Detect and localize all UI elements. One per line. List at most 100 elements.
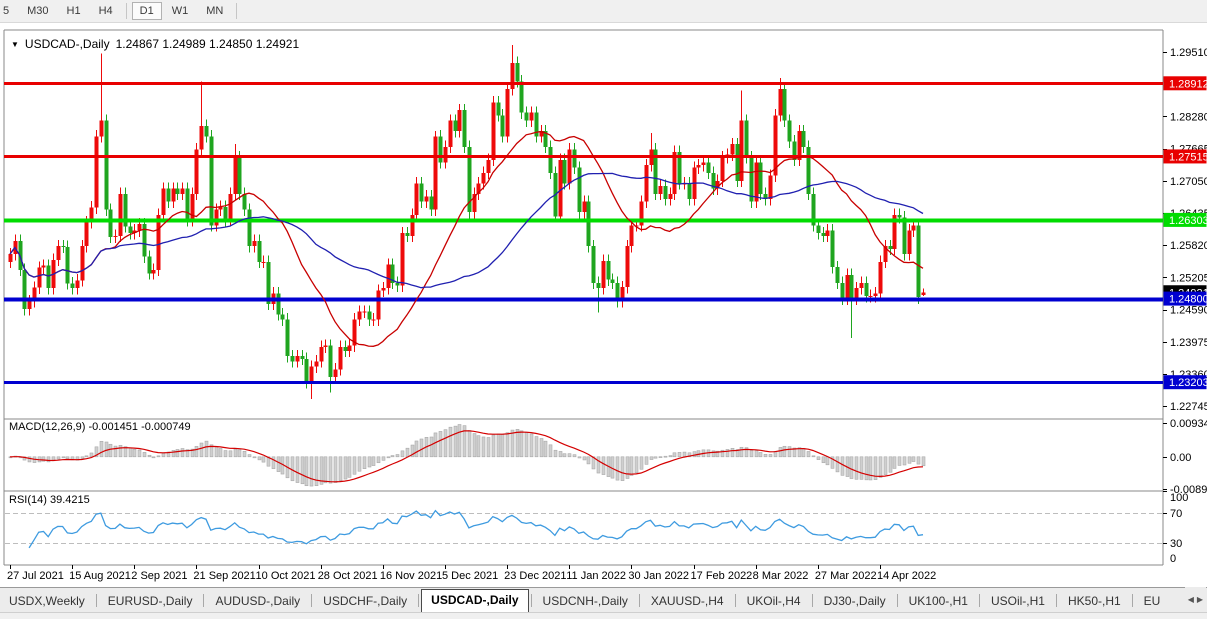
rsi-pane-canvas[interactable] [4, 491, 1163, 565]
candle-body [903, 217, 907, 254]
candle-body [324, 346, 328, 347]
tabs-scroll-left-icon[interactable]: ◀ [1188, 595, 1194, 604]
price-axis-label: 1.25820 [1170, 240, 1207, 252]
timeframe-button-5[interactable]: 5 [0, 2, 17, 20]
candle-body [454, 121, 458, 131]
macd-histogram-bar [583, 457, 586, 460]
tab-hk50-h1[interactable]: HK50-,H1 [1059, 590, 1130, 613]
macd-histogram-bar [525, 433, 528, 457]
tab-usdcad-daily[interactable]: USDCAD-,Daily [421, 589, 528, 613]
timeframe-button-h4[interactable]: H4 [91, 2, 121, 20]
macd-histogram-bar [253, 457, 256, 458]
candle-body [176, 189, 180, 194]
candle-body [860, 283, 864, 288]
candle-body [425, 196, 429, 201]
macd-values: -0.001451 -0.000749 [88, 421, 190, 433]
timeframe-button-m30[interactable]: M30 [19, 2, 56, 20]
tab-usdcnh-daily[interactable]: USDCNH-,Daily [534, 590, 637, 613]
candle-body [262, 262, 266, 263]
macd-histogram-bar [310, 457, 313, 486]
macd-histogram-bar [181, 449, 184, 457]
macd-histogram-bar [329, 457, 332, 483]
macd-histogram-bar [363, 457, 366, 469]
candle-body [243, 194, 247, 210]
candle-body [879, 262, 883, 293]
tabs-scroll-right-icon[interactable]: ▶ [1197, 595, 1203, 604]
macd-histogram-bar [530, 434, 533, 457]
macd-histogram-bar [559, 451, 562, 456]
chart-canvas[interactable]: 1.295101.282801.276651.270501.264351.258… [0, 0, 1207, 619]
candle-body [28, 301, 32, 309]
macd-histogram-bar [779, 447, 782, 456]
main-pane-canvas[interactable] [4, 30, 1163, 419]
candle-body [109, 210, 113, 237]
macd-histogram-bar [912, 457, 915, 462]
macd-histogram-bar [664, 456, 667, 457]
candle-body [602, 261, 606, 288]
candle-body [501, 115, 505, 136]
tab-eurusd-daily[interactable]: EURUSD-,Daily [99, 590, 202, 613]
candle-body [81, 246, 85, 280]
candle-body [210, 136, 214, 225]
time-axis-label: 16 Nov 2021 [380, 570, 442, 582]
candle-body [401, 233, 405, 285]
candle-body [530, 113, 534, 121]
timeframe-button-mn[interactable]: MN [198, 2, 231, 20]
tab-usdx-weekly[interactable]: USDX,Weekly [0, 590, 94, 613]
candle-body [76, 280, 80, 288]
candle-body [411, 215, 415, 236]
candle-body [387, 265, 391, 289]
timeframe-button-w1[interactable]: W1 [164, 2, 197, 20]
tab-separator [735, 594, 736, 607]
timeframe-button-h1[interactable]: H1 [59, 2, 89, 20]
macd-histogram-bar [645, 457, 648, 465]
time-axis-label: 2 Sep 2021 [131, 570, 187, 582]
macd-histogram-bar [817, 457, 820, 460]
candle-body [439, 136, 443, 162]
candle-body [167, 189, 171, 202]
tab-dj30-daily[interactable]: DJ30-,Daily [815, 590, 895, 613]
candle-body [162, 189, 166, 215]
candle-body [898, 215, 902, 218]
tab-audusd-daily[interactable]: AUDUSD-,Daily [206, 590, 309, 613]
candle-body [368, 312, 372, 320]
macd-histogram-bar [387, 457, 390, 458]
macd-histogram-bar [449, 427, 452, 457]
candle-body [215, 210, 219, 226]
candle-body [181, 189, 185, 194]
time-axis-label: 14 Apr 2022 [877, 570, 936, 582]
tab-ukoil-h4[interactable]: UKOil-,H4 [738, 590, 810, 613]
macd-histogram-bar [339, 457, 342, 481]
tab-xauusd-h4[interactable]: XAUUSD-,H4 [642, 590, 733, 613]
tab-separator [531, 594, 532, 607]
candle-body [66, 247, 70, 284]
tab-separator [979, 594, 980, 607]
candle-body [458, 110, 462, 131]
candle-body [291, 356, 295, 361]
candle-body [224, 207, 228, 220]
macd-histogram-bar [291, 457, 294, 481]
chart-collapse-icon[interactable]: ▼ [11, 40, 19, 49]
candle-body [363, 312, 367, 313]
time-axis-label: 28 Oct 2021 [318, 570, 378, 582]
timeframe-button-d1[interactable]: D1 [132, 2, 162, 20]
tab-eu[interactable]: EU [1135, 590, 1170, 613]
macd-histogram-bar [81, 457, 84, 459]
macd-axis-label: 0.009345 [1170, 418, 1207, 430]
rsi-axis-label: 0 [1170, 553, 1176, 565]
price-axis-label: 1.28280 [1170, 111, 1207, 123]
candle-body [172, 189, 176, 202]
candle-body [482, 173, 486, 183]
macd-histogram-bar [305, 457, 308, 486]
candle-body [186, 189, 190, 220]
tab-usoil-h1[interactable]: USOil-,H1 [982, 590, 1054, 613]
tab-usdchf-daily[interactable]: USDCHF-,Daily [314, 590, 416, 613]
candle-body [846, 275, 850, 299]
candle-body [908, 231, 912, 255]
candle-body [822, 233, 826, 236]
candle-body [788, 121, 792, 142]
macd-histogram-bar [573, 455, 576, 457]
candle-body [516, 63, 520, 81]
level-price-badge-label: 1.27515 [1169, 151, 1207, 163]
tab-uk100-h1[interactable]: UK100-,H1 [900, 590, 977, 613]
